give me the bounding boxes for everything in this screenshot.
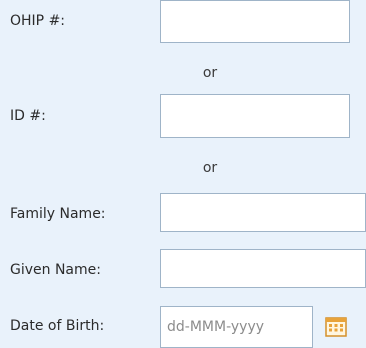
id-input[interactable]	[160, 94, 350, 138]
family-name-input[interactable]	[160, 193, 366, 232]
id-label: ID #:	[10, 108, 46, 124]
patient-search-form: { "form": { "ohip_label": "OHIP #:", "or…	[0, 0, 366, 348]
given-name-input[interactable]	[160, 249, 366, 288]
ohip-input[interactable]	[160, 0, 350, 43]
or-separator-2: or	[202, 160, 218, 176]
given-name-label: Given Name:	[10, 262, 101, 278]
dob-label: Date of Birth:	[10, 318, 105, 334]
calendar-icon	[325, 317, 347, 337]
calendar-button[interactable]	[321, 313, 351, 341]
or-separator-1: or	[202, 65, 218, 81]
family-name-label: Family Name:	[10, 206, 106, 222]
dob-input[interactable]	[160, 306, 313, 348]
ohip-label: OHIP #:	[10, 13, 66, 29]
